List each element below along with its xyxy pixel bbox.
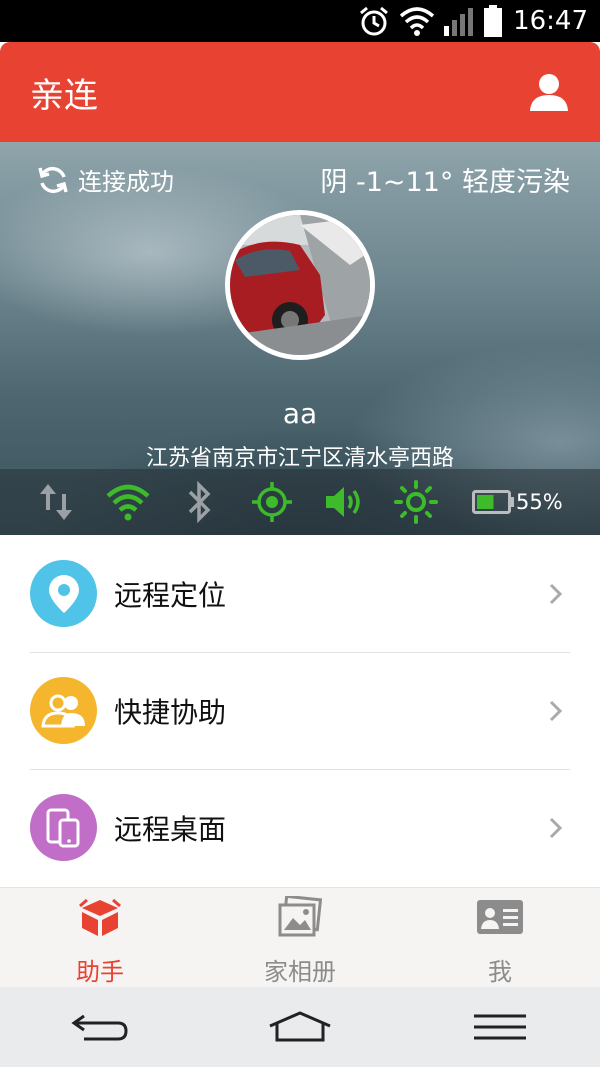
menu-item-label: 快捷协助 [114, 695, 227, 729]
menu-item-remote-location[interactable]: 远程定位 [0, 535, 600, 652]
menu-item-label: 远程桌面 [114, 812, 227, 846]
box-icon [78, 896, 122, 938]
bluetooth-icon [164, 469, 236, 535]
system-status-bar: 16:47 [0, 0, 600, 42]
device-battery: 55% [472, 490, 563, 514]
id-card-icon [476, 896, 524, 938]
wifi-icon [92, 469, 164, 535]
home-icon [269, 1011, 331, 1042]
menu-item-remote-desktop[interactable]: 远程桌面 [0, 769, 600, 886]
data-transfer-icon [20, 469, 92, 535]
device-hero-banner: 连接成功 阴 -1~11° 轻度污染 aa 江苏省南京市江宁区清水亭西路 55% [0, 142, 600, 535]
app-title: 亲连 [30, 75, 98, 116]
signal-icon [443, 0, 475, 42]
devices-icon [30, 794, 97, 861]
battery-icon [483, 0, 503, 42]
gps-icon [236, 469, 308, 535]
back-button[interactable] [55, 997, 145, 1057]
brightness-icon [380, 469, 452, 535]
tab-assistant[interactable]: 助手 [0, 888, 200, 987]
volume-icon [308, 469, 380, 535]
menu-item-quick-assist[interactable]: 快捷协助 [0, 652, 600, 769]
tab-family-album[interactable]: 家相册 [200, 888, 400, 987]
connection-status: 连接成功 [36, 162, 174, 197]
menu-button[interactable] [455, 997, 545, 1057]
chevron-right-icon [549, 817, 563, 838]
device-status-strip: 55% [0, 469, 600, 535]
photo-album-icon [277, 896, 323, 938]
profile-button[interactable] [526, 69, 572, 115]
menu-item-label: 远程定位 [114, 578, 227, 612]
user-name: aa [282, 397, 318, 430]
weather-info: 阴 -1~11° 轻度污染 [320, 167, 570, 198]
bottom-tab-bar: 助手 家相册 我 [0, 887, 600, 987]
tab-label: 家相册 [264, 958, 336, 986]
clock-time: 16:47 [513, 6, 588, 36]
app-header: 亲连 [0, 42, 600, 142]
avatar[interactable] [225, 210, 375, 360]
battery-icon [472, 490, 514, 514]
location-pin-icon [30, 560, 97, 627]
users-icon [30, 677, 97, 744]
tab-me[interactable]: 我 [400, 888, 600, 987]
location-address: 江苏省南京市江宁区清水亭西路 [145, 446, 454, 471]
feature-menu: 远程定位 快捷协助 远程桌面 [0, 535, 600, 886]
connection-status-text: 连接成功 [78, 168, 174, 196]
tab-label: 我 [488, 958, 512, 986]
alarm-icon [357, 0, 391, 42]
system-nav-bar [0, 987, 600, 1067]
chevron-right-icon [549, 700, 563, 721]
home-button[interactable] [255, 997, 345, 1057]
person-icon [530, 74, 568, 111]
chevron-right-icon [549, 583, 563, 604]
back-icon [71, 1014, 128, 1041]
wifi-icon [399, 0, 435, 42]
menu-icon [474, 1014, 526, 1040]
tab-label: 助手 [76, 958, 124, 986]
refresh-icon [38, 166, 68, 193]
battery-percent: 55% [516, 490, 563, 514]
